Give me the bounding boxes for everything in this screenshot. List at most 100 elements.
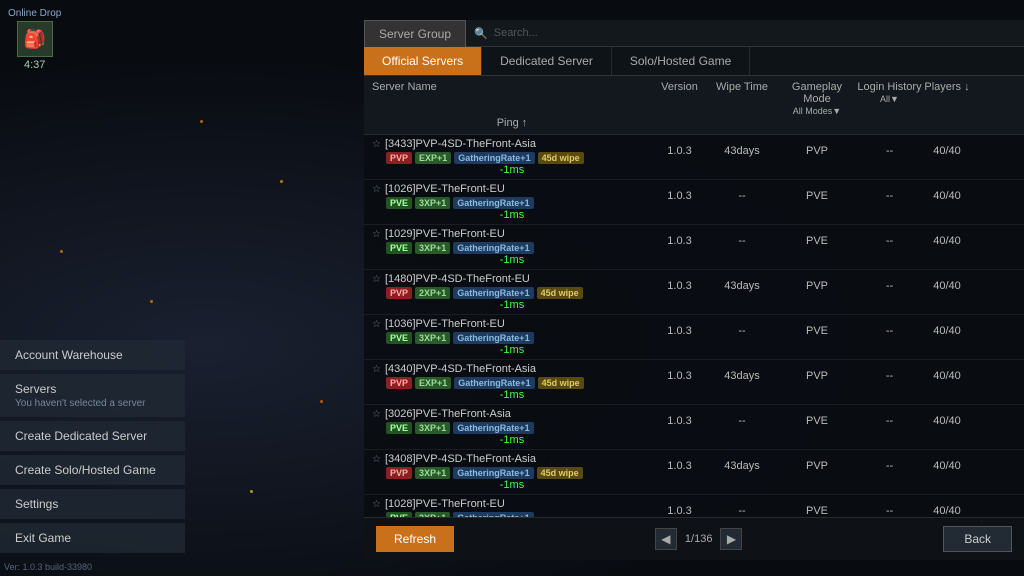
tab-dedicated-server[interactable]: Dedicated Server [482,47,612,75]
search-input[interactable] [494,27,1016,39]
page-info: 1/136 [685,533,713,545]
star-icon[interactable]: ☆ [372,319,381,330]
server-tag: 2XP+1 [415,287,450,299]
sidebar-item-servers[interactable]: Servers You haven't selected a server [0,374,185,417]
server-tag: 3XP+1 [415,197,450,209]
search-icon: 🔍 [474,27,488,40]
server-tag: GatheringRate+1 [454,152,534,164]
spark [320,400,323,403]
sidebar-item-create-solo[interactable]: Create Solo/Hosted Game [0,455,185,485]
server-title: [1028]PVE-TheFront-EU [385,498,505,510]
table-row[interactable]: ☆ [4340]PVP-4SD-TheFront-Asia PVPEXP+1Ga… [364,360,1024,405]
next-page-button[interactable]: ▶ [720,528,742,550]
server-players: 40/40 [922,190,972,202]
server-tag: PVP [386,467,412,479]
version-label: Ver: 1.0.3 build-33980 [4,562,92,572]
table-row[interactable]: ☆ [3026]PVE-TheFront-Asia PVE3XP+1Gather… [364,405,1024,450]
server-name-cell: ☆ [1028]PVE-TheFront-EU PVE3XP+1Gatherin… [372,498,652,517]
server-players: 40/40 [922,460,972,472]
spark [280,180,283,183]
column-headers: Server Name Version Wipe Time Gameplay M… [364,76,1024,135]
star-icon[interactable]: ☆ [372,274,381,285]
server-tag: GatheringRate+1 [453,197,533,209]
table-row[interactable]: ☆ [1480]PVP-4SD-TheFront-EU PVP2XP+1Gath… [364,270,1024,315]
star-icon[interactable]: ☆ [372,364,381,375]
star-icon[interactable]: ☆ [372,139,381,150]
table-row[interactable]: ☆ [1028]PVE-TheFront-EU PVE3XP+1Gatherin… [364,495,1024,517]
server-tag: PVP [386,287,412,299]
branding-area: Online Drop 🎒 4:37 [8,8,61,71]
sidebar: Account Warehouse Servers You haven't se… [0,340,185,553]
prev-page-button[interactable]: ◀ [655,528,677,550]
server-login: -- [857,235,922,247]
server-tag: 3XP+1 [415,467,450,479]
bottom-bar: Refresh ◀ 1/136 ▶ Back [364,517,1024,560]
server-version: 1.0.3 [652,460,707,472]
server-title: [1480]PVP-4SD-TheFront-EU [385,273,530,285]
star-icon[interactable]: ☆ [372,499,381,510]
table-row[interactable]: ☆ [1036]PVE-TheFront-EU PVE3XP+1Gatherin… [364,315,1024,360]
back-button[interactable]: Back [943,526,1012,552]
col-gameplay-mode[interactable]: Gameplay ModeAll Modes▼ [777,81,857,117]
server-tag: PVE [386,332,412,344]
server-name-cell: ☆ [1480]PVP-4SD-TheFront-EU PVP2XP+1Gath… [372,273,652,299]
sidebar-servers-sub: You haven't selected a server [15,398,173,409]
server-tag: GatheringRate+1 [453,332,533,344]
server-login: -- [857,325,922,337]
server-players: 40/40 [922,280,972,292]
col-players[interactable]: Players ↓ [922,81,972,117]
server-title: [1026]PVE-TheFront-EU [385,183,505,195]
server-tag: GatheringRate+1 [453,467,533,479]
star-icon[interactable]: ☆ [372,184,381,195]
col-wipe-time: Wipe Time [707,81,777,117]
server-mode: PVE [777,190,857,202]
sidebar-item-settings[interactable]: Settings [0,489,185,519]
server-ping: -1ms [372,254,652,266]
refresh-button[interactable]: Refresh [376,526,454,552]
server-login: -- [857,370,922,382]
server-list-area: Server Name Version Wipe Time Gameplay M… [364,76,1024,517]
server-tag: GatheringRate+1 [453,422,533,434]
table-row[interactable]: ☆ [3433]PVP-4SD-TheFront-Asia PVPEXP+1Ga… [364,135,1024,180]
table-row[interactable]: ☆ [3408]PVP-4SD-TheFront-Asia PVP3XP+1Ga… [364,450,1024,495]
server-version: 1.0.3 [652,145,707,157]
server-tag: 45d wipe [538,152,584,164]
server-name-cell: ☆ [4340]PVP-4SD-TheFront-Asia PVPEXP+1Ga… [372,363,652,389]
sidebar-item-account-warehouse[interactable]: Account Warehouse [0,340,185,370]
server-title: [3408]PVP-4SD-TheFront-Asia [385,453,536,465]
timer-display: 4:37 [24,59,45,71]
col-ping[interactable]: Ping ↑ [372,117,652,129]
server-players: 40/40 [922,415,972,427]
server-tag: EXP+1 [415,152,451,164]
table-row[interactable]: ☆ [1029]PVE-TheFront-EU PVE3XP+1Gatherin… [364,225,1024,270]
star-icon[interactable]: ☆ [372,229,381,240]
server-tag: PVP [386,152,412,164]
server-login: -- [857,280,922,292]
server-tag: 45d wipe [537,467,583,479]
server-login: -- [857,415,922,427]
sidebar-item-exit-game[interactable]: Exit Game [0,523,185,553]
online-drop-label: Online Drop [8,8,61,19]
server-tag: GatheringRate+1 [453,287,533,299]
server-wipe: -- [707,190,777,202]
server-tag: 3XP+1 [415,332,450,344]
sidebar-item-create-dedicated[interactable]: Create Dedicated Server [0,421,185,451]
tab-official-servers[interactable]: Official Servers [364,47,482,75]
star-icon[interactable]: ☆ [372,409,381,420]
col-login-history[interactable]: Login HistoryAll▼ [857,81,922,117]
tab-header-row: Server Group 🔍 [364,20,1024,47]
server-mode: PVE [777,415,857,427]
server-players: 40/40 [922,325,972,337]
server-mode: PVE [777,235,857,247]
server-wipe: 43days [707,460,777,472]
server-mode: PVE [777,325,857,337]
server-tag: 3XP+1 [415,422,450,434]
server-wipe: 43days [707,280,777,292]
server-name-cell: ☆ [1036]PVE-TheFront-EU PVE3XP+1Gatherin… [372,318,652,344]
server-version: 1.0.3 [652,280,707,292]
table-row[interactable]: ☆ [1026]PVE-TheFront-EU PVE 3XP+1Gatherin… [364,180,1024,225]
col-version: Version [652,81,707,117]
star-icon[interactable]: ☆ [372,454,381,465]
server-players: 40/40 [922,145,972,157]
tab-solo-game[interactable]: Solo/Hosted Game [612,47,750,75]
